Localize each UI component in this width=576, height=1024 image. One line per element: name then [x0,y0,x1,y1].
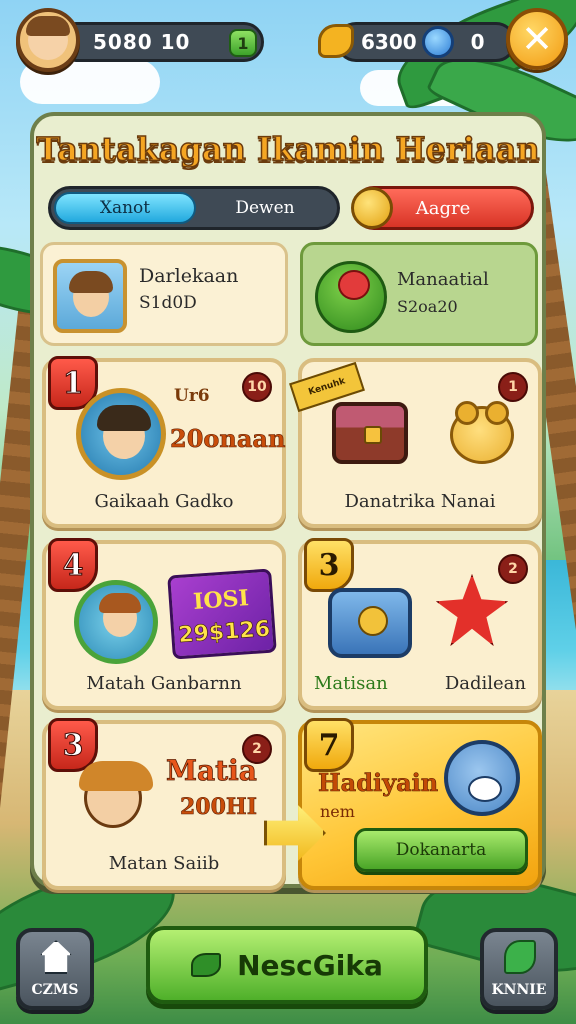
coins-counter: 5080 10 1 [56,22,264,62]
bear-icon [450,401,514,464]
rank-badge: 7 [304,718,354,772]
treasure-chest-icon [332,402,408,464]
reward-tag: Hadiyain [318,768,439,798]
reward-name: Matah Ganbarnn [86,673,242,694]
reward-tag: Ur6 [174,386,210,406]
home-label: CZMS [31,982,79,998]
melon-icon [315,261,387,333]
star-icon [436,574,508,646]
reward-label-right: Dadilean [444,673,526,694]
ticket-value: 29$126 [177,616,271,649]
aagre-label: Aagre [415,197,471,219]
item-info-card[interactable]: Manaatial S2oa20 [300,242,538,346]
reward-card[interactable]: 3 2 Matisan Dadilean [298,538,542,710]
tab-dewen[interactable]: Dewen [196,192,334,224]
featured-reward-card[interactable]: 7 Hadiyain nem Dokanarta [298,718,542,890]
player-avatar[interactable] [16,8,80,72]
count-badge: 1 [498,372,528,402]
reward-name: Gaikaah Gadko [94,491,234,512]
coin-icon [318,24,354,58]
item-stat: S2oa20 [397,297,458,316]
coins-value: 5080 10 [93,30,191,54]
claim-button[interactable]: Dokanarta [354,828,528,872]
coins-hud: 5080 10 1 [16,8,264,72]
reward-tag: Matia [166,754,258,788]
close-icon: ✕ [521,17,553,61]
nature-label: KNNIE [491,982,547,998]
nature-button[interactable]: KNNIE [480,928,558,1010]
daily-rewards-panel: Tantakagan Ikamin Heriaan Xanot Dewen Aa… [30,112,546,890]
reward-label-left: Matisan [314,673,388,694]
reward-card[interactable]: 4 IOSI 29$126 Matah Ganbarnn [42,538,286,710]
gems-extra-value: 0 [470,30,485,54]
avatar-face-icon [26,16,70,60]
ticket-icon: IOSI 29$126 [167,568,277,660]
aagre-button[interactable]: Aagre [351,186,534,230]
reward-card[interactable]: 1 10 Ur6 20onaan Gaikaah Gadko [42,356,286,528]
tab-bar: Xanot Dewen [48,186,340,230]
reward-subtitle: nem [320,802,355,821]
item-name: Manaatial [397,269,489,290]
backpack-icon [328,588,412,658]
reward-card[interactable]: 3 2 Matia 200HI Matan Saiib [42,718,286,890]
player-portrait [53,259,127,333]
reward-card[interactable]: 1 Kenuhk Danatrika Nanai [289,358,542,528]
home-button[interactable]: CZMS [16,928,94,1010]
rank-badge: 4 [48,538,98,592]
player-info-card[interactable]: Darlekaan S1d0D [40,242,288,346]
reward-name: Matan Saiib [108,853,220,874]
leaf-icon [191,953,222,977]
reward-amount: 200HI [180,794,258,821]
house-icon [40,940,72,974]
reward-name: Danatrika Nanai [344,491,496,512]
gems-value: 6300 [361,30,417,54]
rank-badge: 3 [304,538,354,592]
hero-portrait-icon [74,758,154,850]
shield-coin-icon [351,187,393,229]
player-stat: S1d0D [139,293,197,313]
hero-portrait-icon [76,388,166,480]
main-action-button[interactable]: NescGika [146,926,428,1004]
tab-xanot[interactable]: Xanot [54,192,196,224]
gem-icon [422,26,454,58]
add-coins-button[interactable]: 1 [229,29,257,57]
bush-icon [504,940,536,974]
gems-hud: 6300 0 ✕ [318,8,568,72]
reward-amount: 20onaan [170,424,286,454]
blue-bear-icon [444,740,520,816]
panel-title: Tantakagan Ikamin Heriaan [36,129,541,169]
ticket-title: IOSI [192,585,250,615]
close-button[interactable]: ✕ [506,8,568,70]
player-face-icon [69,271,113,317]
main-action-label: NescGika [237,948,383,982]
count-badge: 2 [498,554,528,584]
count-badge: 10 [242,372,272,402]
player-name: Darlekaan [139,265,239,287]
hero-portrait-icon [74,580,158,664]
